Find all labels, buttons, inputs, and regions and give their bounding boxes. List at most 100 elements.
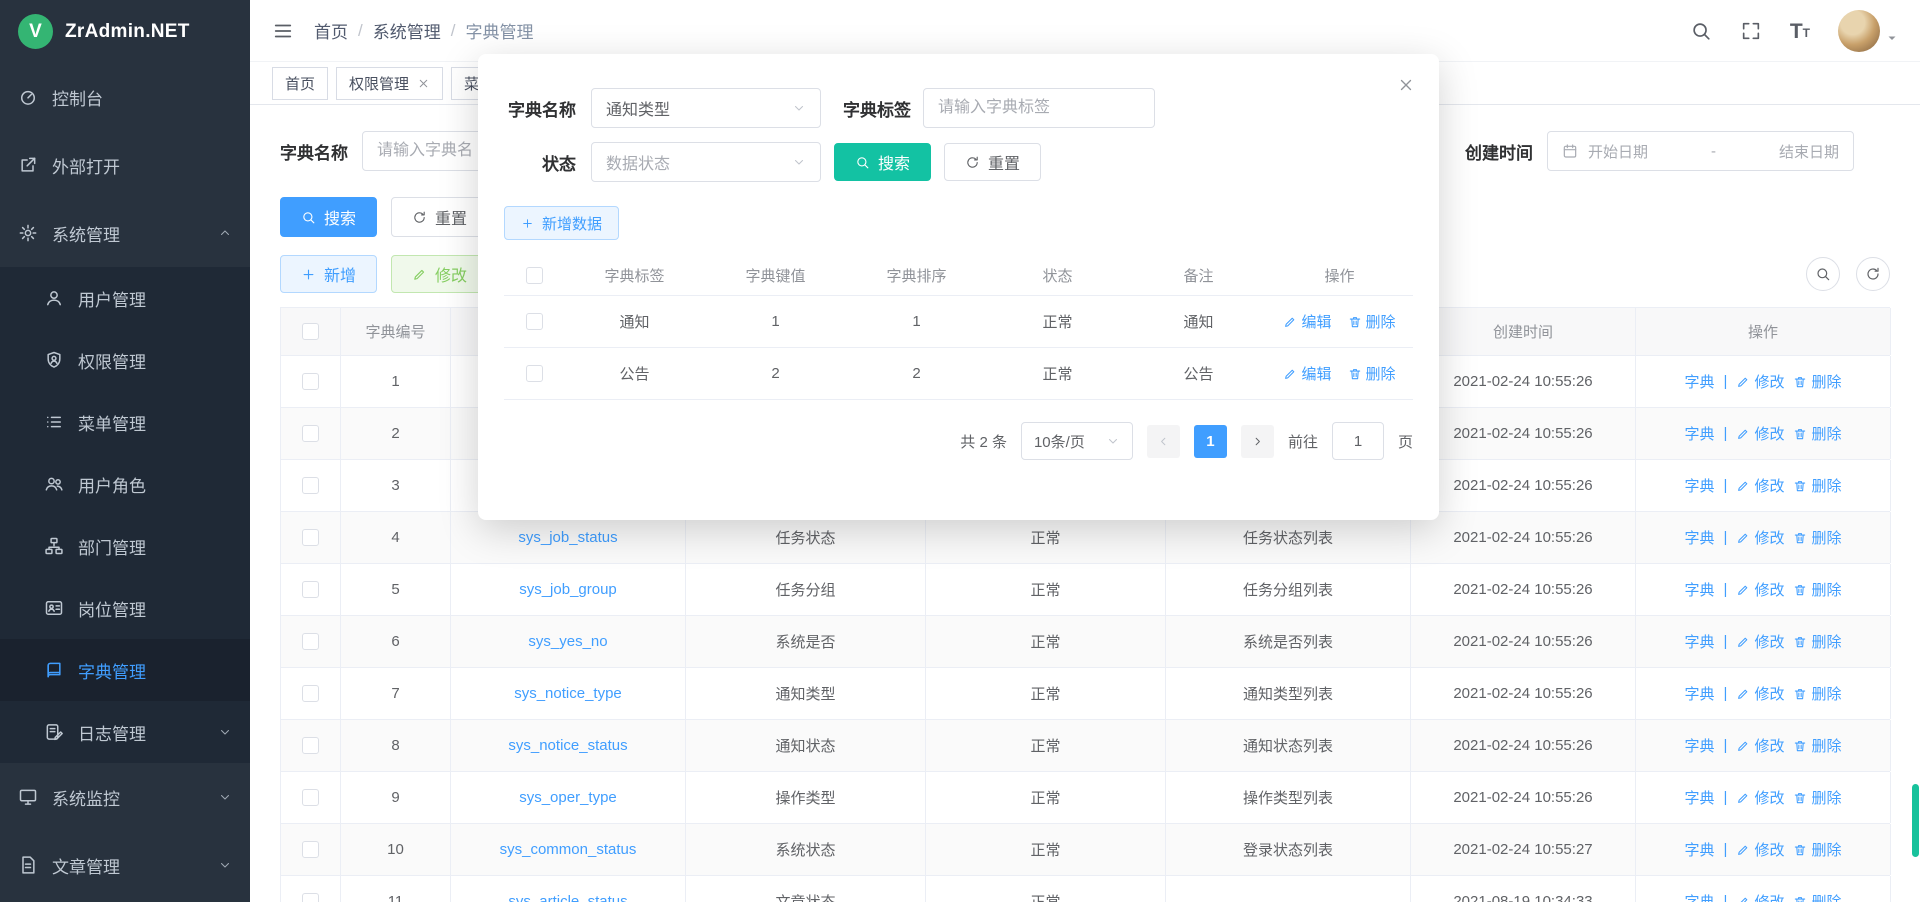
delete-link[interactable]: 删除 — [1348, 311, 1396, 332]
delete-link[interactable]: 删除 — [1793, 839, 1841, 860]
select-all-checkbox[interactable] — [302, 323, 319, 340]
delete-link[interactable]: 删除 — [1793, 579, 1841, 600]
fullscreen-icon[interactable] — [1740, 20, 1762, 42]
breadcrumb-home[interactable]: 首页 — [314, 18, 348, 43]
user-menu[interactable] — [1838, 10, 1898, 52]
sidebar-item-external[interactable]: 外部打开 — [0, 131, 250, 199]
edit-link[interactable]: 修改 — [1736, 579, 1784, 600]
row-checkbox[interactable] — [302, 685, 319, 702]
dict-data-link[interactable]: 字典 — [1685, 579, 1715, 600]
sidebar-item-post[interactable]: 岗位管理 — [0, 577, 250, 639]
dialog-select-all-checkbox[interactable] — [526, 267, 543, 284]
row-checkbox[interactable] — [302, 633, 319, 650]
dict-data-link[interactable]: 字典 — [1685, 683, 1715, 704]
dict-data-link[interactable]: 字典 — [1685, 891, 1715, 902]
delete-link[interactable]: 删除 — [1793, 891, 1841, 902]
page-size-select[interactable]: 10条/页 — [1021, 422, 1133, 460]
sidebar-item-article[interactable]: 文章管理 — [0, 831, 250, 899]
delete-link[interactable]: 删除 — [1348, 363, 1396, 384]
add-button[interactable]: 新增 — [280, 255, 377, 293]
goto-page-input[interactable] — [1332, 422, 1384, 460]
dict-type-link[interactable]: sys_job_group — [519, 581, 617, 598]
edit-link[interactable]: 修改 — [1736, 371, 1784, 392]
sidebar-item-perm[interactable]: 权限管理 — [0, 329, 250, 391]
row-checkbox[interactable] — [302, 425, 319, 442]
add-data-button[interactable]: 新增数据 — [504, 206, 619, 240]
status-select[interactable]: 数据状态 — [591, 142, 821, 182]
breadcrumb-system[interactable]: 系统管理 — [373, 18, 441, 43]
row-checkbox[interactable] — [302, 529, 319, 546]
edit-link[interactable]: 修改 — [1736, 787, 1784, 808]
dialog-row-checkbox[interactable] — [526, 313, 543, 330]
edit-link[interactable]: 修改 — [1736, 735, 1784, 756]
dict-label-input[interactable] — [923, 88, 1155, 128]
dict-type-link[interactable]: sys_article_status — [508, 893, 627, 902]
sidebar-item-role[interactable]: 用户角色 — [0, 453, 250, 515]
edit-link[interactable]: 修改 — [1736, 839, 1784, 860]
row-checkbox[interactable] — [302, 581, 319, 598]
dict-type-link[interactable]: sys_job_status — [518, 529, 617, 546]
dict-type-link[interactable]: sys_common_status — [500, 841, 637, 858]
edit-link[interactable]: 修改 — [1736, 423, 1784, 444]
sidebar-item-log[interactable]: 日志管理 — [0, 701, 250, 763]
row-checkbox[interactable] — [302, 737, 319, 754]
dict-data-link[interactable]: 字典 — [1685, 527, 1715, 548]
show-search-button[interactable] — [1806, 257, 1840, 291]
dict-data-link[interactable]: 字典 — [1685, 787, 1715, 808]
row-checkbox[interactable] — [302, 789, 319, 806]
dict-data-link[interactable]: 字典 — [1685, 423, 1715, 444]
app-logo[interactable]: V ZrAdmin.NET — [0, 0, 250, 63]
sidebar-item-dept[interactable]: 部门管理 — [0, 515, 250, 577]
row-checkbox[interactable] — [302, 373, 319, 390]
dialog-row-checkbox[interactable] — [526, 365, 543, 382]
dict-data-link[interactable]: 字典 — [1685, 839, 1715, 860]
reset-button[interactable]: 重置 — [391, 197, 488, 237]
edit-link[interactable]: 修改 — [1736, 527, 1784, 548]
date-range-picker[interactable]: 开始日期 - 结束日期 — [1547, 131, 1854, 171]
close-icon[interactable] — [417, 77, 430, 90]
dict-name-select[interactable]: 通知类型 — [591, 88, 821, 128]
search-button[interactable]: 搜索 — [280, 197, 377, 237]
edit-link[interactable]: 编辑 — [1283, 311, 1331, 332]
page-1-button[interactable]: 1 — [1194, 425, 1227, 458]
dict-data-link[interactable]: 字典 — [1685, 735, 1715, 756]
font-size-icon[interactable]: TT — [1790, 20, 1810, 42]
dict-type-link[interactable]: sys_oper_type — [519, 789, 617, 806]
dict-type-link[interactable]: sys_notice_type — [514, 685, 622, 702]
edit-link[interactable]: 修改 — [1736, 631, 1784, 652]
edit-button[interactable]: 修改 — [391, 255, 488, 293]
delete-link[interactable]: 删除 — [1793, 735, 1841, 756]
tab-permission[interactable]: 权限管理 — [336, 67, 443, 100]
sidebar-item-console[interactable]: 控制台 — [0, 63, 250, 131]
dialog-search-button[interactable]: 搜索 — [834, 143, 931, 181]
delete-link[interactable]: 删除 — [1793, 371, 1841, 392]
scrollbar[interactable] — [1912, 784, 1919, 857]
edit-link[interactable]: 修改 — [1736, 891, 1784, 902]
row-checkbox[interactable] — [302, 477, 319, 494]
edit-link[interactable]: 修改 — [1736, 475, 1784, 496]
row-checkbox[interactable] — [302, 893, 319, 902]
tab-home[interactable]: 首页 — [272, 67, 328, 100]
edit-link[interactable]: 编辑 — [1283, 363, 1331, 384]
dialog-reset-button[interactable]: 重置 — [944, 143, 1041, 181]
dict-type-link[interactable]: sys_yes_no — [528, 633, 607, 650]
sidebar-item-monitor[interactable]: 系统监控 — [0, 763, 250, 831]
sidebar-item-system[interactable]: 系统管理 — [0, 199, 250, 267]
delete-link[interactable]: 删除 — [1793, 683, 1841, 704]
delete-link[interactable]: 删除 — [1793, 787, 1841, 808]
next-page-button[interactable] — [1241, 425, 1274, 458]
delete-link[interactable]: 删除 — [1793, 423, 1841, 444]
delete-link[interactable]: 删除 — [1793, 631, 1841, 652]
edit-link[interactable]: 修改 — [1736, 683, 1784, 704]
row-checkbox[interactable] — [302, 841, 319, 858]
sidebar-item-user[interactable]: 用户管理 — [0, 267, 250, 329]
dict-data-link[interactable]: 字典 — [1685, 631, 1715, 652]
dict-data-link[interactable]: 字典 — [1685, 475, 1715, 496]
delete-link[interactable]: 删除 — [1793, 527, 1841, 548]
sidebar-item-dict[interactable]: 字典管理 — [0, 639, 250, 701]
prev-page-button[interactable] — [1147, 425, 1180, 458]
sidebar-item-menu[interactable]: 菜单管理 — [0, 391, 250, 453]
dict-data-link[interactable]: 字典 — [1685, 371, 1715, 392]
refresh-button[interactable] — [1856, 257, 1890, 291]
close-icon[interactable] — [1397, 76, 1415, 94]
